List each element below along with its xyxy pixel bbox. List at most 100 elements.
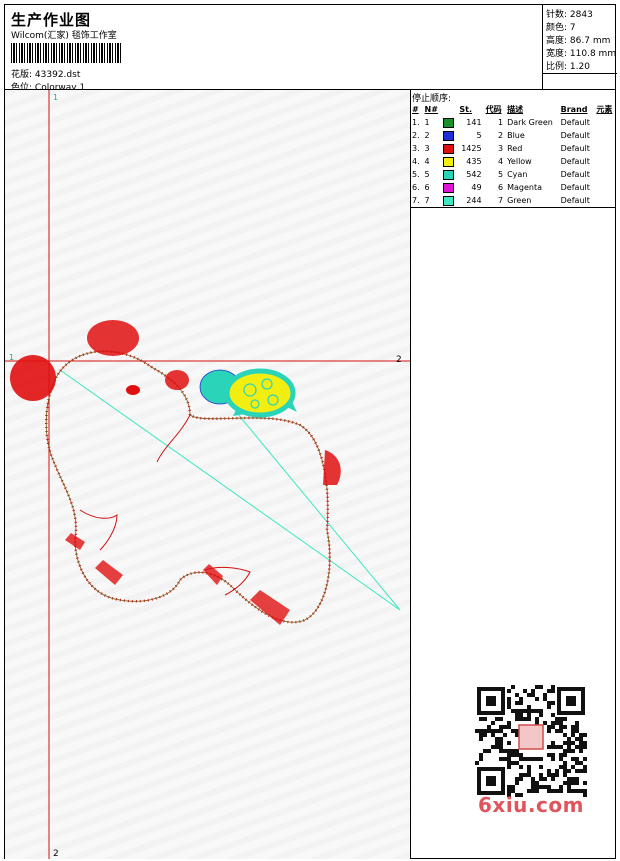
cell-brand: Default [560,170,590,179]
color-swatch [443,130,455,141]
cell-brand: Default [560,131,590,140]
design-scale: 比例: 1.20 [546,62,590,72]
element-cell [594,181,616,194]
design-stats: 针数: 2843 颜色: 7 高度: 86.7 mm 宽度: 110.8 mm … [542,5,617,89]
cell-st: 49 [471,183,482,192]
cell-st: 244 [466,196,482,205]
design-filename: 花版: 43392.dst [11,67,80,80]
marker-right: 2 [396,355,402,365]
marker-left: 1 [9,353,14,362]
color-swatch-cell [441,194,457,207]
cell-desc: Yellow [507,157,532,166]
table-row: 4. 4 435 4 Yellow Default [410,155,616,168]
cell-desc: Magenta [507,183,543,192]
qr-center-logo [518,724,544,750]
color-swatch [443,156,455,167]
bear-paw-left [95,560,123,585]
cell-idx: 3. [412,144,420,153]
cell-code: 5 [498,170,504,179]
design-height: 高度: 86.7 mm [546,36,611,46]
stitch-count: 针数: 2843 [546,10,593,20]
cell-idx: 4. [412,157,420,166]
cell-n: 2 [424,131,430,140]
color-count: 颜色: 7 [546,23,576,33]
cell-desc: Red [507,144,523,153]
cell-desc: Cyan [507,170,528,179]
col-swatch [441,103,457,116]
cell-n: 7 [424,196,430,205]
company-name: Wilcom(汇家) 毯饰工作室 [11,31,117,41]
table-row: 1. 1 141 1 Dark Green Default [410,116,616,129]
cell-brand: Default [560,144,590,153]
element-cell [594,116,616,129]
col-brand: Brand [560,105,588,114]
cell-idx: 5. [412,170,420,179]
production-worksheet: 生产作业图 Wilcom(汇家) 毯饰工作室 花版: 43392.dst 色位:… [4,4,617,859]
table-row: 2. 2 5 2 Blue Default [410,129,616,142]
color-swatch [443,182,455,193]
color-swatch [443,117,455,128]
marker-top: 1 [53,93,58,102]
cell-n: 3 [424,144,430,153]
embroidery-drawing: 1 1 2 2 [5,90,410,859]
cell-st: 5 [476,131,482,140]
element-cell [594,155,616,168]
embroidery-preview-canvas: 1 1 2 2 [5,90,411,859]
cell-idx: 1. [412,118,420,127]
element-cell [594,129,616,142]
bear-tail [323,450,341,485]
cell-idx: 2. [412,131,420,140]
color-swatch-cell [441,155,457,168]
table-header-row: # N# St. 代码 描述 Brand 元素 [410,103,616,116]
design-value: 43392.dst [34,70,81,80]
color-swatch [443,169,455,180]
color-swatch-cell [441,142,457,155]
bear-leg-detail [79,509,118,551]
color-swatch [443,143,455,154]
color-swatch-cell [441,168,457,181]
cell-n: 5 [424,170,430,179]
cell-idx: 6. [412,183,420,192]
col-code: 代码 [485,105,502,114]
marker-bottom: 2 [53,849,59,859]
col-element: 元素 [596,105,613,114]
cell-n: 6 [424,183,430,192]
col-needle: N# [424,105,438,114]
bear-eye [126,385,140,395]
cell-n: 4 [424,157,430,166]
cell-idx: 7. [412,196,420,205]
col-stitches: St. [459,105,472,114]
cell-st: 141 [466,118,482,127]
cell-brand: Default [560,196,590,205]
cell-desc: Green [507,196,532,205]
watermark-logo: 6xiu.com [478,793,584,817]
col-description: 描述 [507,105,524,114]
col-index: # [412,105,419,114]
stop-sequence-table: # N# St. 代码 描述 Brand 元素 1. 1 141 1 Dark Gree… [410,103,616,208]
element-cell [594,168,616,181]
color-swatch-cell [441,129,457,142]
table-row: 3. 3 1425 3 Red Default [410,142,616,155]
color-swatch [443,195,455,206]
cell-code: 1 [498,118,504,127]
cell-n: 1 [424,118,430,127]
cell-desc: Blue [507,131,525,140]
cell-code: 6 [498,183,504,192]
design-width: 宽度: 110.8 mm [546,49,617,59]
cell-code: 4 [498,157,504,166]
cell-code: 2 [498,131,504,140]
element-cell [594,194,616,207]
cell-st: 435 [466,157,482,166]
bear-ear-detail [156,414,191,463]
barcode [11,43,121,63]
color-swatch-cell [441,181,457,194]
jump-stitch-line-2 [236,412,401,611]
cell-brand: Default [560,183,590,192]
table-row: 7. 7 244 7 Green Default [410,194,616,207]
color-swatch-cell [441,116,457,129]
table-row: 5. 5 542 5 Cyan Default [410,168,616,181]
table-row: 6. 6 49 6 Magenta Default [410,181,616,194]
bear-ear-left [10,355,56,401]
cell-st: 542 [466,170,482,179]
stats-divider [543,73,617,74]
